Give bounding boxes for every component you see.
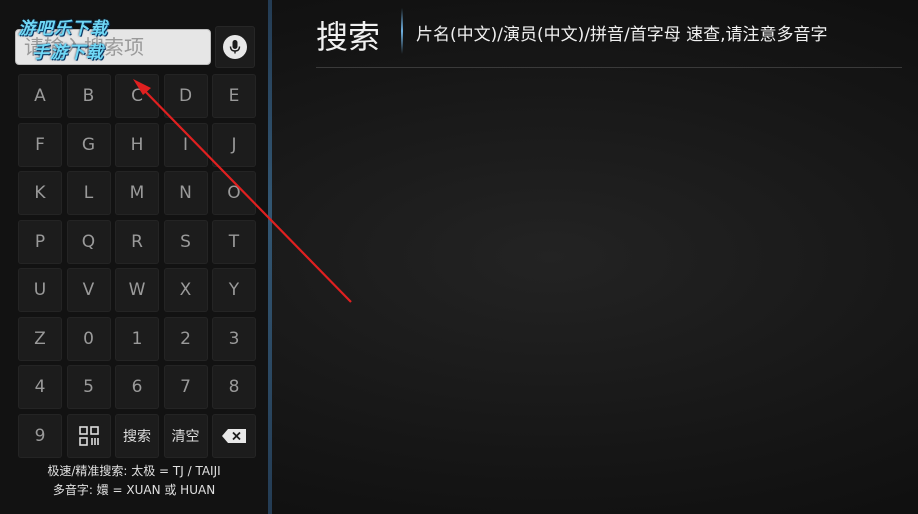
- key-5[interactable]: 5: [66, 365, 111, 409]
- key-w[interactable]: W: [115, 268, 159, 312]
- key-1[interactable]: 1: [115, 316, 159, 361]
- key-b[interactable]: B: [66, 74, 111, 118]
- key-4[interactable]: 4: [18, 365, 62, 409]
- key-d[interactable]: D: [163, 74, 208, 118]
- key-l[interactable]: L: [66, 171, 111, 215]
- key-8[interactable]: 8: [212, 365, 256, 409]
- key-h[interactable]: H: [115, 122, 159, 167]
- key-7[interactable]: 7: [163, 365, 208, 409]
- key-o[interactable]: O: [212, 171, 256, 215]
- backspace-icon: [222, 428, 246, 443]
- search-hint-speed: 极速/精准搜索: 太极 = TJ / TAIJI: [47, 464, 221, 478]
- page-subtitle: 片名(中文)/演员(中文)/拼音/首字母 速查,请注意多音字: [416, 25, 828, 45]
- key-j[interactable]: J: [212, 122, 256, 167]
- key-2[interactable]: 2: [163, 316, 208, 361]
- key-f[interactable]: F: [18, 122, 62, 167]
- panel-divider: [268, 0, 272, 514]
- title-separator: [401, 8, 403, 54]
- key-9[interactable]: 9: [18, 413, 62, 458]
- key-s[interactable]: S: [163, 219, 208, 264]
- voice-search-button[interactable]: [215, 26, 255, 68]
- key-g[interactable]: G: [66, 122, 111, 167]
- header-rule: [316, 67, 902, 68]
- key-e[interactable]: E: [212, 74, 256, 118]
- key-x[interactable]: X: [163, 268, 208, 312]
- key-p[interactable]: P: [18, 219, 62, 264]
- keyboard-panel: ABCDE FGHIJ KLMNO PQRST UVWXY Z0123 45678 9 搜索清空…: [0, 0, 268, 514]
- key-k[interactable]: K: [18, 171, 62, 215]
- qr-code-button[interactable]: [66, 413, 111, 458]
- key-q[interactable]: Q: [66, 219, 111, 264]
- key-i[interactable]: I: [163, 122, 208, 167]
- key-t[interactable]: T: [212, 219, 256, 264]
- key-6[interactable]: 6: [115, 365, 159, 409]
- key-m[interactable]: M: [115, 171, 159, 215]
- key-3[interactable]: 3: [212, 316, 256, 361]
- qr-code-icon: [78, 425, 99, 446]
- key-n[interactable]: N: [163, 171, 208, 215]
- key-y[interactable]: Y: [212, 268, 256, 312]
- search-key-button[interactable]: 搜索: [115, 413, 159, 458]
- mic-icon: [223, 35, 247, 59]
- key-c[interactable]: C: [115, 74, 159, 118]
- watermark-subtext: 手游下载: [32, 43, 104, 63]
- key-z[interactable]: Z: [18, 316, 62, 361]
- key-r[interactable]: R: [115, 219, 159, 264]
- backspace-button[interactable]: [212, 413, 256, 458]
- search-hint-polyphone: 多音字: 嬛 = XUAN 或 HUAN: [52, 483, 216, 497]
- key-0[interactable]: 0: [66, 316, 111, 361]
- key-a[interactable]: A: [18, 74, 62, 118]
- page-title: 搜索: [316, 18, 381, 56]
- clear-key-button[interactable]: 清空: [163, 413, 208, 458]
- watermark-text: 游吧乐下载: [18, 19, 108, 39]
- key-u[interactable]: U: [18, 268, 62, 312]
- key-v[interactable]: V: [66, 268, 111, 312]
